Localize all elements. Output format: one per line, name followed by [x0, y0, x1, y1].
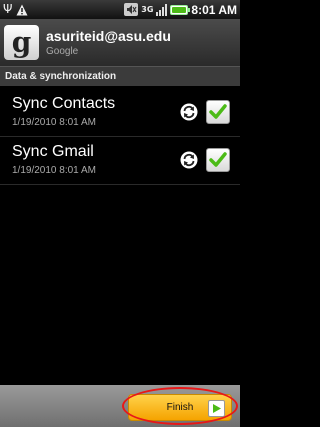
warning-icon: [16, 3, 28, 16]
sync-gmail-checkbox[interactable]: [206, 147, 230, 172]
status-left-icons: Ψ: [3, 3, 28, 16]
sync-contacts-date: 1/19/2010 8:01 AM: [12, 117, 96, 128]
sync-contacts-title: Sync Contacts: [12, 95, 116, 112]
row-text: Sync Gmail 1/19/2010 8:01 AM: [0, 143, 96, 176]
status-right-icons: 3G 8:01 AM: [124, 3, 237, 17]
account-text: asuriteid@asu.edu Google: [46, 28, 171, 57]
sync-icon: [180, 103, 198, 120]
section-header: Data & synchronization: [0, 66, 240, 86]
row-text: Sync Contacts 1/19/2010 8:01 AM: [0, 95, 115, 128]
account-header: g asuriteid@asu.edu Google: [0, 19, 240, 66]
checkmark-icon: [209, 151, 227, 167]
sync-contacts-row[interactable]: Sync Contacts 1/19/2010 8:01 AM: [0, 87, 240, 137]
google-logo-icon: g: [4, 25, 39, 60]
account-type: Google: [46, 46, 79, 57]
battery-icon: [170, 4, 191, 15]
sync-gmail-date: 1/19/2010 8:01 AM: [12, 165, 96, 176]
3g-icon: 3G: [141, 4, 154, 14]
play-arrow-icon: [208, 400, 225, 417]
row-icons: [180, 99, 240, 124]
mute-icon: [124, 3, 139, 16]
usb-icon: Ψ: [3, 2, 13, 16]
finish-label: Finish: [166, 402, 194, 413]
status-clock: 8:01 AM: [191, 2, 237, 17]
finish-button[interactable]: Finish: [128, 394, 232, 421]
checkmark-icon: [209, 103, 227, 119]
sync-contacts-checkbox[interactable]: [206, 99, 230, 124]
sync-icon: [180, 151, 198, 168]
sync-gmail-row[interactable]: Sync Gmail 1/19/2010 8:01 AM: [0, 135, 240, 185]
signal-icon: [156, 3, 168, 16]
sync-gmail-title: Sync Gmail: [12, 143, 94, 160]
status-bar: Ψ 3G 8:01 AM: [0, 0, 240, 19]
account-email: asuriteid@asu.edu: [46, 28, 171, 44]
row-icons: [180, 147, 240, 172]
